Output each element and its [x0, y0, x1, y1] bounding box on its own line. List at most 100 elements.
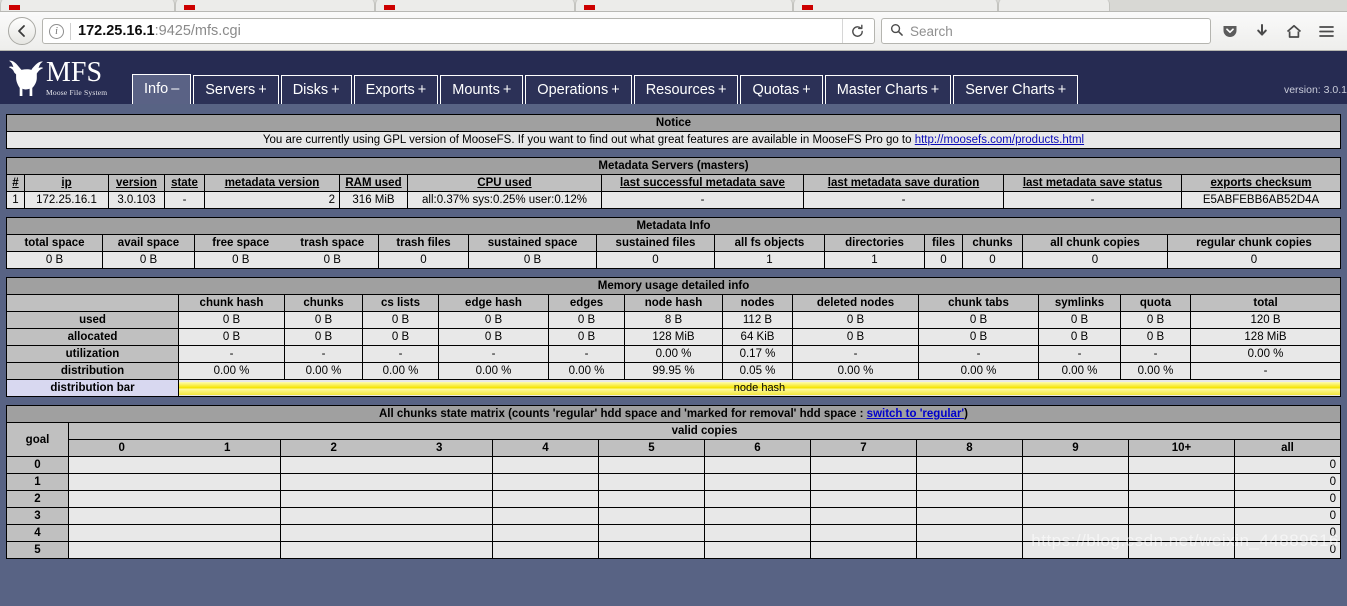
matrix-cell	[174, 473, 281, 491]
nav-tab-toggle-icon: –	[171, 81, 180, 97]
col-copies-1: 1	[174, 439, 281, 457]
col-trash-files: trash files	[378, 234, 469, 252]
val-files: 0	[924, 251, 963, 269]
col-node-hash: node hash	[624, 294, 723, 312]
browser-tab[interactable]	[575, 0, 793, 11]
table-header-row: chunk hash chunks cs lists edge hash edg…	[6, 294, 1341, 312]
col-sustained-space: sustained space	[468, 234, 597, 252]
cell-version: 3.0.103	[108, 191, 165, 209]
matrix-cell	[810, 524, 917, 542]
col-cs-lists: cs lists	[362, 294, 439, 312]
reload-button[interactable]	[842, 19, 872, 43]
browser-tab-strip[interactable]	[0, 0, 1347, 12]
col-avail-space: avail space	[102, 234, 195, 252]
alloc-chunk-hash: 0 B	[178, 328, 285, 346]
dist-symlinks: 0.00 %	[1038, 362, 1121, 380]
matrix-cell	[1128, 490, 1235, 508]
chunk-matrix-title-suffix: )	[964, 408, 969, 420]
browser-tab[interactable]	[375, 0, 575, 11]
search-bar[interactable]: Search	[881, 18, 1211, 44]
col-state[interactable]: state	[164, 174, 205, 192]
col-metadata-version[interactable]: metadata version	[204, 174, 340, 192]
search-input[interactable]: Search	[910, 24, 953, 39]
browser-tab[interactable]	[0, 0, 175, 11]
nav-tab-toggle-icon: +	[331, 82, 340, 98]
matrix-cell	[1128, 507, 1235, 525]
moosefs-products-link[interactable]: http://moosefs.com/products.html	[915, 134, 1084, 146]
col-version[interactable]: version	[108, 174, 165, 192]
val-chunks: 0	[962, 251, 1023, 269]
matrix-cell	[810, 456, 917, 474]
col-trash-space: trash space	[286, 234, 379, 252]
col-copies-7: 7	[810, 439, 917, 457]
browser-tab[interactable]	[175, 0, 375, 11]
home-icon	[1286, 24, 1302, 38]
nav-tab-server-charts[interactable]: Server Charts +	[953, 75, 1079, 104]
nav-tab-info[interactable]: Info –	[132, 74, 192, 104]
info-icon[interactable]: i	[49, 23, 64, 39]
col-save-duration[interactable]: last metadata save duration	[803, 174, 1004, 192]
col-num[interactable]: #	[6, 174, 25, 192]
distribution-bar: node hash	[179, 381, 1340, 395]
menu-button[interactable]	[1313, 17, 1339, 45]
browser-tab[interactable]	[793, 0, 998, 11]
col-exports-checksum[interactable]: exports checksum	[1181, 174, 1341, 192]
used-deleted-nodes: 0 B	[792, 311, 919, 329]
matrix-cell	[386, 490, 493, 508]
url-text: 172.25.16.1:9425/mfs.cgi	[78, 23, 842, 39]
matrix-cell	[598, 473, 705, 491]
pocket-button[interactable]	[1217, 17, 1243, 45]
col-total-space: total space	[6, 234, 103, 252]
nav-tab-resources[interactable]: Resources +	[633, 75, 739, 104]
nav-tab-servers[interactable]: Servers +	[193, 75, 279, 104]
chunk-matrix-title-text: All chunks state matrix (counts 'regular…	[378, 408, 867, 420]
matrix-cell	[598, 490, 705, 508]
col-free-space: free space	[194, 234, 287, 252]
alloc-chunk-tabs: 0 B	[918, 328, 1039, 346]
nav-tab-label: Resources	[645, 82, 716, 98]
matrix-cell-all: 0	[1234, 524, 1341, 542]
address-bar[interactable]: i 172.25.16.1:9425/mfs.cgi	[42, 18, 875, 44]
goal-label: 3	[6, 507, 69, 525]
nav-tab-operations[interactable]: Operations +	[525, 75, 632, 104]
tab-favicon	[1007, 5, 1018, 10]
matrix-cell	[1128, 456, 1235, 474]
home-button[interactable]	[1281, 17, 1307, 45]
back-button[interactable]	[8, 17, 36, 45]
col-cpu-used[interactable]: CPU used	[407, 174, 602, 192]
util-chunks: -	[284, 345, 363, 363]
col-save-status[interactable]: last metadata save status	[1003, 174, 1182, 192]
browser-tab-active[interactable]	[998, 0, 1110, 11]
alloc-total: 128 MiB	[1190, 328, 1341, 346]
col-ram-used[interactable]: RAM used	[339, 174, 408, 192]
row-label-distribution: distribution	[6, 362, 179, 380]
nav-tab-disks[interactable]: Disks +	[280, 75, 352, 104]
new-tab-button[interactable]	[1110, 0, 1170, 11]
cell-save-status: -	[1003, 191, 1182, 209]
col-all-fs-objects: all fs objects	[714, 234, 825, 252]
matrix-cell	[280, 507, 387, 525]
url-host: 172.25.16.1	[78, 23, 155, 39]
matrix-cell	[810, 507, 917, 525]
col-ip[interactable]: ip	[24, 174, 109, 192]
nav-tab-exports[interactable]: Exports +	[353, 75, 439, 104]
metadata-info-table: Metadata Info total space avail space fr…	[6, 217, 1341, 269]
table-header-row: 0 1 2 3 4 5 6 7 8 9 10+ all	[7, 439, 1341, 457]
tab-favicon	[584, 5, 595, 10]
nav-tab-quotas[interactable]: Quotas +	[740, 75, 823, 104]
nav-tab-label: Mounts	[452, 82, 500, 98]
util-chunk-hash: -	[178, 345, 285, 363]
row-label-used: used	[6, 311, 179, 329]
switch-to-regular-link[interactable]: switch to 'regular'	[867, 408, 965, 420]
col-copies-2: 2	[280, 439, 387, 457]
dist-edge-hash: 0.00 %	[438, 362, 549, 380]
nav-tab-master-charts[interactable]: Master Charts +	[824, 75, 952, 104]
used-edges: 0 B	[548, 311, 625, 329]
downloads-button[interactable]	[1249, 17, 1275, 45]
chunk-state-matrix-table: All chunks state matrix (counts 'regular…	[6, 405, 1341, 559]
nav-tab-mounts[interactable]: Mounts +	[440, 75, 524, 104]
col-chunks: chunks	[962, 234, 1023, 252]
nav-tab-toggle-icon: +	[258, 82, 267, 98]
cell-exports-checksum: E5ABFEBB6AB52D4A	[1181, 191, 1341, 209]
col-last-successful-save[interactable]: last successful metadata save	[601, 174, 804, 192]
